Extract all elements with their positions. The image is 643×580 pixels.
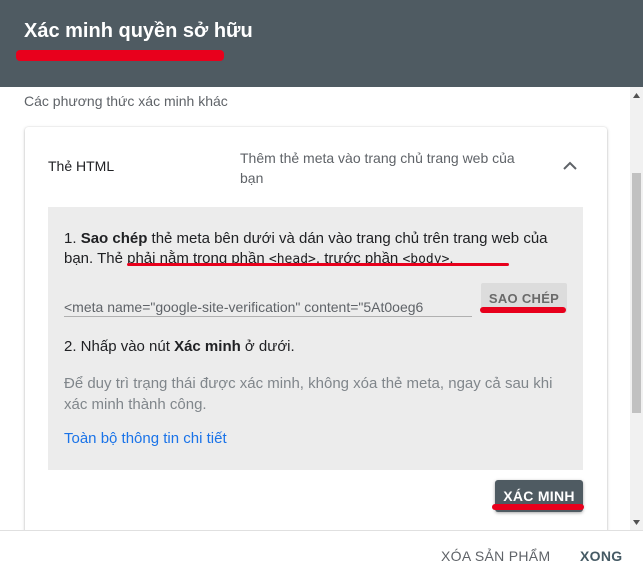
done-button[interactable]: XONG bbox=[570, 541, 632, 571]
full-details-link[interactable]: Toàn bộ thông tin chi tiết bbox=[64, 430, 227, 447]
step-1-prefix: 1. bbox=[64, 230, 81, 247]
method-description: Thêm thẻ meta vào trang chủ trang web củ… bbox=[240, 150, 515, 186]
chevron-up-icon bbox=[563, 161, 577, 170]
instructions-panel: 1. Sao chép thẻ meta bên dưới và dán vào… bbox=[48, 207, 583, 470]
annotation-underline-title bbox=[16, 50, 224, 61]
dialog-header: Xác minh quyền sở hữu bbox=[0, 0, 643, 87]
step-2-text: 2. Nhấp vào nút Xác minh ở dưới. bbox=[64, 338, 295, 355]
triangle-up-icon bbox=[633, 92, 640, 98]
step-2-suffix: ở dưới. bbox=[240, 338, 295, 355]
annotation-underline-verify bbox=[492, 504, 584, 510]
scroll-down-arrow[interactable] bbox=[630, 514, 643, 530]
annotation-underline-copy bbox=[480, 307, 566, 313]
retention-note: Để duy trì trạng thái được xác minh, khô… bbox=[64, 375, 553, 413]
annotation-underline-placement bbox=[127, 263, 509, 266]
step-2-prefix: 2. Nhấp vào nút bbox=[64, 338, 175, 355]
dialog-body: Các phương thức xác minh khác Thẻ HTML T… bbox=[0, 87, 643, 530]
collapse-button[interactable] bbox=[558, 154, 582, 178]
remove-property-button[interactable]: XÓA SẢN PHẨM bbox=[431, 541, 560, 571]
scrollbar-thumb[interactable] bbox=[632, 173, 641, 413]
triangle-down-icon bbox=[633, 519, 640, 525]
other-methods-heading: Các phương thức xác minh khác bbox=[24, 93, 228, 109]
verification-dialog: Xác minh quyền sở hữu Các phương thức xá… bbox=[0, 0, 643, 580]
meta-tag-field[interactable] bbox=[64, 297, 472, 317]
method-label: Thẻ HTML bbox=[48, 158, 115, 174]
html-tag-method-card: Thẻ HTML Thêm thẻ meta vào trang chủ tra… bbox=[25, 127, 607, 530]
vertical-scrollbar[interactable] bbox=[630, 87, 643, 530]
scroll-up-arrow[interactable] bbox=[630, 87, 643, 103]
dialog-title: Xác minh quyền sở hữu bbox=[24, 20, 253, 42]
step-2-action: Xác minh bbox=[174, 338, 241, 355]
step-1-action: Sao chép bbox=[80, 230, 148, 247]
dialog-footer: XÓA SẢN PHẨM XONG bbox=[0, 530, 643, 580]
